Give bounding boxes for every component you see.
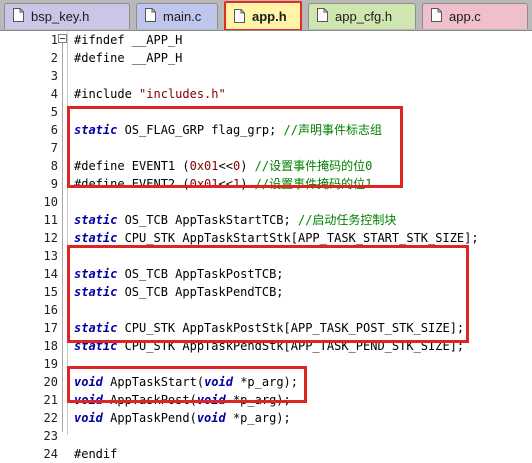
file-icon bbox=[431, 8, 442, 22]
file-icon bbox=[13, 8, 24, 22]
line-number: 23 bbox=[43, 429, 58, 443]
line-number: 21 bbox=[43, 393, 58, 407]
line-number: 19 bbox=[43, 357, 58, 371]
code-text: #include "includes.h" bbox=[74, 87, 226, 101]
file-icon bbox=[234, 9, 245, 23]
highlight-box-flag-defines bbox=[67, 106, 403, 188]
tab-label: app_cfg.h bbox=[335, 9, 393, 24]
line-number: 6 bbox=[50, 123, 58, 137]
code-line[interactable]: 22 void AppTaskPend(void *p_arg); bbox=[0, 409, 532, 427]
line-number: 14 bbox=[43, 267, 58, 281]
code-line[interactable]: 11 static OS_TCB AppTaskStartTCB; //启动任务控… bbox=[0, 211, 532, 229]
line-number: 18 bbox=[43, 339, 58, 353]
line-number: 11 bbox=[43, 213, 58, 227]
line-number: 3 bbox=[50, 69, 58, 83]
tab-label: bsp_key.h bbox=[31, 9, 90, 24]
line-number: 7 bbox=[50, 141, 58, 155]
tab-label: app.c bbox=[449, 9, 481, 24]
line-number: 16 bbox=[43, 303, 58, 317]
code-line[interactable]: 10 bbox=[0, 193, 532, 211]
line-number: 20 bbox=[43, 375, 58, 389]
line-number: 2 bbox=[50, 51, 58, 65]
line-number: 8 bbox=[50, 159, 58, 173]
code-text: #ifndef __APP_H bbox=[74, 33, 183, 47]
line-number: 10 bbox=[43, 195, 58, 209]
line-number: 12 bbox=[43, 231, 58, 245]
file-icon bbox=[145, 8, 156, 22]
code-text: static OS_TCB AppTaskStartTCB; //启动任务控制块 bbox=[74, 213, 397, 227]
code-editor[interactable]: 1 #ifndef __APP_H 2 #define __APP_H 3 4 #inclu… bbox=[0, 31, 532, 461]
tab-app-h[interactable]: app.h bbox=[224, 1, 302, 30]
line-number: 1 bbox=[50, 33, 58, 47]
code-line[interactable]: 24 #endif bbox=[0, 445, 532, 463]
editor-tab-bar: bsp_key.h main.c app.h app_cfg.h app.c bbox=[0, 0, 532, 31]
code-text: void AppTaskPend(void *p_arg); bbox=[74, 411, 291, 425]
line-number: 22 bbox=[43, 411, 58, 425]
code-text: #define __APP_H bbox=[74, 51, 183, 65]
line-number: 5 bbox=[50, 105, 58, 119]
highlight-box-task-declarations bbox=[67, 245, 469, 343]
line-number: 4 bbox=[50, 87, 58, 101]
tab-label: app.h bbox=[252, 9, 287, 24]
line-number: 13 bbox=[43, 249, 58, 263]
code-line[interactable]: 23 bbox=[0, 427, 532, 445]
file-icon bbox=[317, 8, 328, 22]
tab-bsp-key-h[interactable]: bsp_key.h bbox=[4, 3, 130, 29]
code-line[interactable]: 2 #define __APP_H bbox=[0, 49, 532, 67]
line-number: 15 bbox=[43, 285, 58, 299]
code-line[interactable]: 4 #include "includes.h" bbox=[0, 85, 532, 103]
tab-label: main.c bbox=[163, 9, 202, 24]
tab-app-cfg-h[interactable]: app_cfg.h bbox=[308, 3, 416, 29]
code-line[interactable]: 3 bbox=[0, 67, 532, 85]
line-number: 9 bbox=[50, 177, 58, 191]
line-number: 24 bbox=[43, 447, 58, 461]
code-text: #endif bbox=[74, 447, 118, 461]
highlight-box-task-functions bbox=[67, 366, 307, 403]
code-line[interactable]: 1 #ifndef __APP_H bbox=[0, 31, 532, 49]
tab-app-c[interactable]: app.c bbox=[422, 3, 528, 29]
line-number: 17 bbox=[43, 321, 58, 335]
tab-main-c[interactable]: main.c bbox=[136, 3, 218, 29]
